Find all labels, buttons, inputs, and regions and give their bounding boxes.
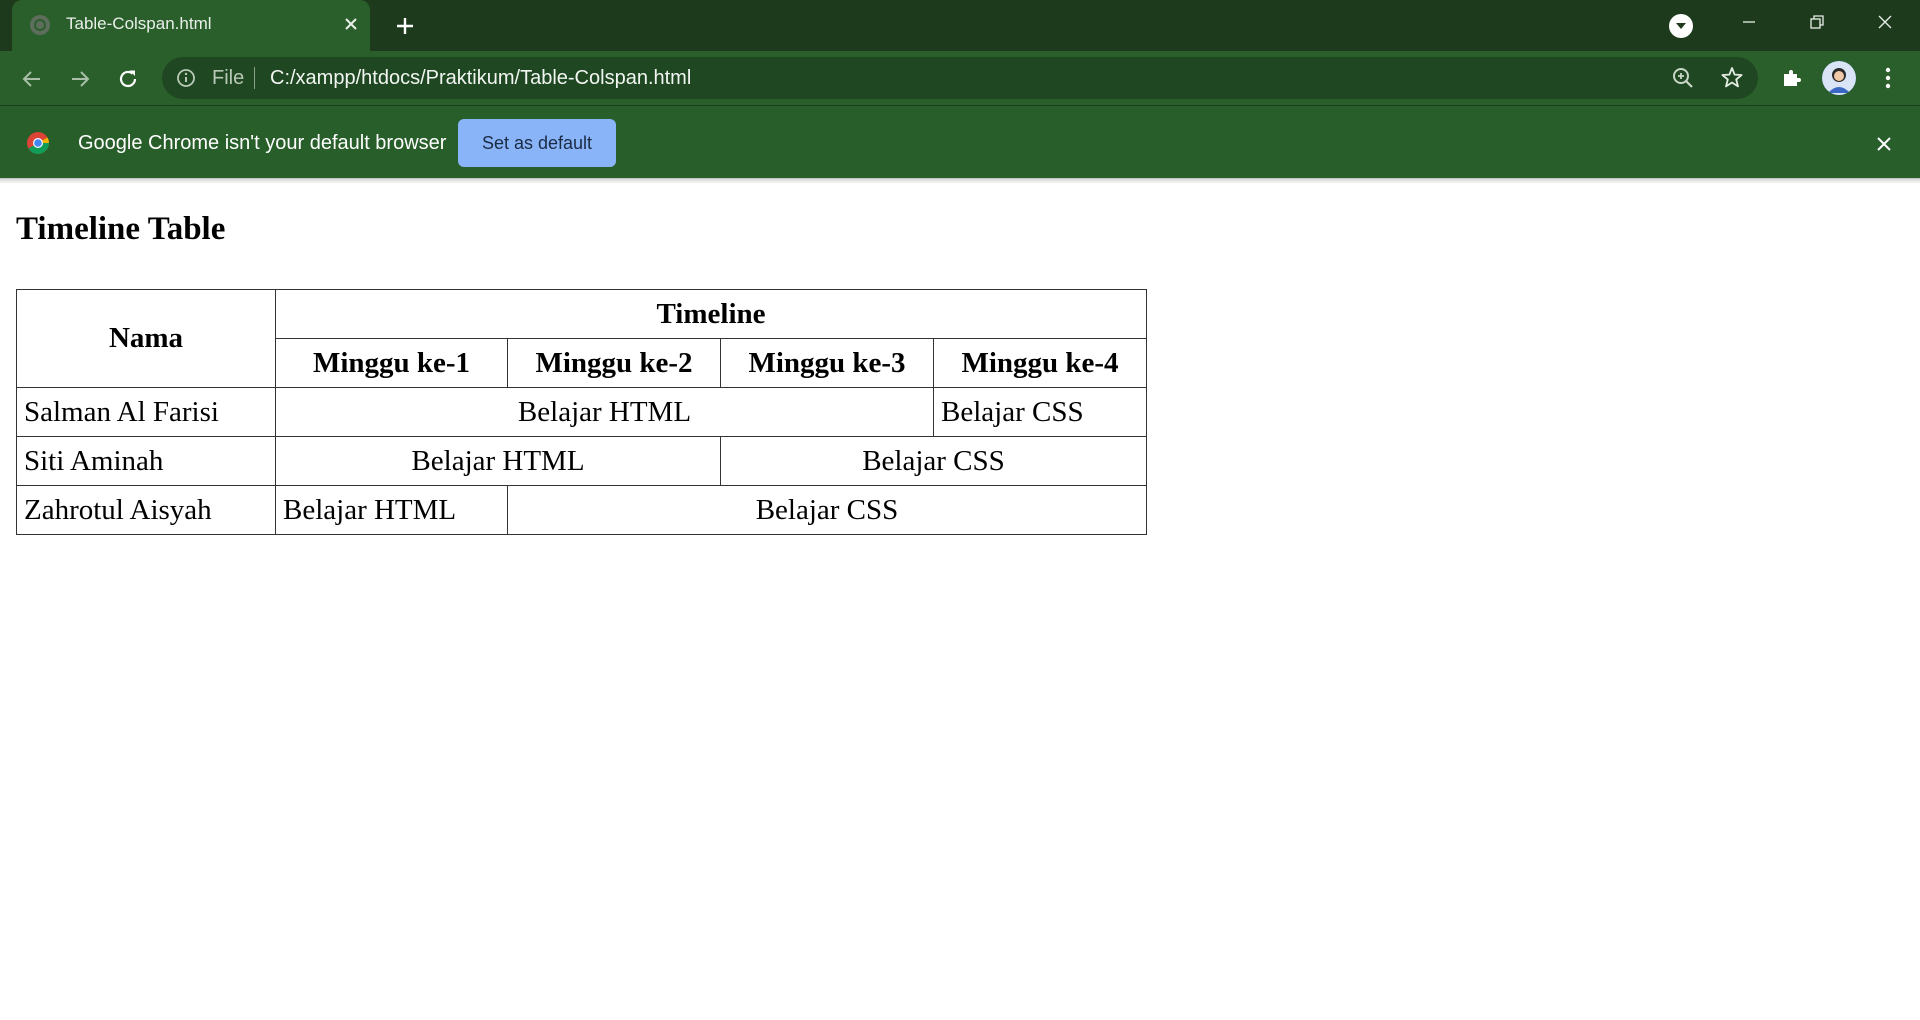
browser-tab[interactable]: Table-Colspan.html	[12, 0, 370, 51]
close-icon	[345, 18, 357, 30]
omnibox-divider	[254, 67, 255, 89]
table-row: Siti Aminah Belajar HTML Belajar CSS	[16, 436, 1147, 486]
name-cell: Zahrotul Aisyah	[16, 485, 276, 535]
header-nama: Nama	[16, 289, 276, 388]
infobar-message: Google Chrome isn't your default browser	[78, 132, 447, 154]
activity-cell: Belajar CSS	[507, 485, 1147, 535]
table-row: Zahrotul Aisyah Belajar HTML Belajar CSS	[16, 485, 1147, 535]
kebab-menu-icon	[1885, 67, 1891, 89]
minimize-button[interactable]	[1716, 0, 1782, 44]
close-icon	[1878, 15, 1892, 29]
puzzle-icon	[1784, 70, 1801, 86]
arrow-right-icon	[72, 71, 90, 87]
activity-cell: Belajar HTML	[275, 436, 721, 486]
info-icon[interactable]	[176, 68, 196, 88]
header-week: Minggu ke-3	[720, 338, 934, 388]
reload-icon	[119, 70, 137, 88]
header-week: Minggu ke-2	[507, 338, 721, 388]
chevron-down-icon	[1676, 23, 1686, 29]
activity-cell: Belajar HTML	[275, 387, 934, 437]
browser-toolbar: File C:/xampp/htdocs/Praktikum/Table-Col…	[0, 51, 1920, 105]
window-close-button[interactable]	[1852, 0, 1918, 44]
restore-button[interactable]	[1784, 0, 1850, 44]
set-as-default-button[interactable]: Set as default	[458, 119, 616, 167]
address-bar[interactable]: File C:/xampp/htdocs/Praktikum/Table-Col…	[162, 57, 1758, 99]
chrome-menu-button[interactable]	[1872, 62, 1904, 94]
activity-cell: Belajar CSS	[933, 387, 1147, 437]
profile-avatar[interactable]	[1822, 61, 1856, 95]
header-week: Minggu ke-4	[933, 338, 1147, 388]
minimize-icon	[1743, 21, 1755, 23]
reload-button[interactable]	[112, 63, 144, 95]
back-button[interactable]	[16, 63, 48, 95]
url-text[interactable]: C:/xampp/htdocs/Praktikum/Table-Colspan.…	[270, 67, 691, 90]
activity-cell: Belajar CSS	[720, 436, 1147, 486]
extensions-button[interactable]	[1776, 62, 1808, 94]
forward-button[interactable]	[64, 63, 96, 95]
header-week: Minggu ke-1	[275, 338, 508, 388]
tab-search-button[interactable]	[1669, 14, 1693, 38]
timeline-table: Nama Timeline Minggu ke-1 Minggu ke-2 Mi…	[16, 289, 1147, 535]
tab-close-button[interactable]	[338, 11, 364, 37]
name-cell: Siti Aminah	[16, 436, 276, 486]
zoom-icon[interactable]	[1671, 66, 1695, 90]
close-icon	[1877, 137, 1891, 151]
plus-icon	[397, 18, 413, 34]
scheme-label: File	[212, 67, 245, 89]
tab-title: Table-Colspan.html	[66, 14, 212, 33]
table-row: Salman Al Farisi Belajar HTML Belajar CS…	[16, 387, 1147, 437]
table-header-row: Nama Timeline	[16, 289, 1147, 388]
bookmark-star-icon[interactable]	[1719, 65, 1745, 91]
arrow-left-icon	[22, 71, 40, 87]
avatar-icon	[1822, 61, 1856, 95]
restore-icon	[1810, 15, 1824, 29]
name-cell: Salman Al Farisi	[16, 387, 276, 437]
chrome-logo-icon	[27, 132, 49, 154]
activity-cell: Belajar HTML	[275, 485, 508, 535]
page-title: Timeline Table	[16, 211, 226, 247]
default-browser-infobar: Google Chrome isn't your default browser…	[0, 105, 1920, 179]
header-timeline: Timeline	[275, 289, 1147, 339]
new-tab-button[interactable]	[390, 11, 420, 41]
globe-icon	[30, 15, 50, 35]
page-content: Timeline Table Nama Timeline Minggu ke-1…	[0, 184, 1920, 1020]
infobar-close-button[interactable]	[1870, 130, 1898, 158]
tab-strip: Table-Colspan.html	[0, 0, 1920, 51]
